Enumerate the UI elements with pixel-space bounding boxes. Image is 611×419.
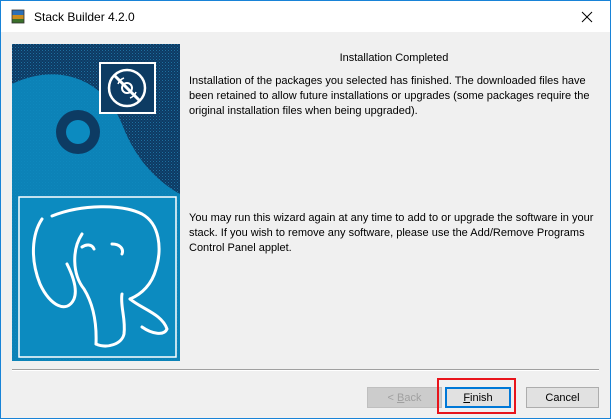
stack-builder-icon bbox=[11, 9, 25, 24]
close-button[interactable] bbox=[564, 1, 610, 32]
back-button-prefix: < bbox=[387, 391, 397, 404]
wizard-content: Installation Completed Installation of t… bbox=[1, 32, 610, 371]
back-button[interactable]: < Back bbox=[367, 387, 442, 408]
postgresql-banner bbox=[12, 44, 180, 361]
finish-button[interactable]: Finish bbox=[445, 387, 511, 408]
title-bar[interactable]: Stack Builder 4.2.0 bbox=[1, 1, 610, 32]
back-button-rest: ack bbox=[404, 391, 422, 404]
divider bbox=[12, 369, 599, 371]
stack-builder-window: Stack Builder 4.2.0 Installation Complet… bbox=[0, 0, 611, 419]
finish-button-mnemonic: F bbox=[463, 391, 471, 404]
cancel-button[interactable]: Cancel bbox=[526, 387, 599, 408]
back-button-mnemonic: B bbox=[397, 391, 405, 404]
window-title: Stack Builder 4.2.0 bbox=[34, 10, 135, 24]
close-icon bbox=[581, 11, 593, 22]
rerun-message: You may run this wizard again at any tim… bbox=[189, 212, 594, 254]
page-heading: Installation Completed bbox=[339, 52, 449, 64]
finish-button-rest: inish bbox=[470, 391, 493, 404]
completion-message: Installation of the packages you selecte… bbox=[189, 75, 590, 117]
